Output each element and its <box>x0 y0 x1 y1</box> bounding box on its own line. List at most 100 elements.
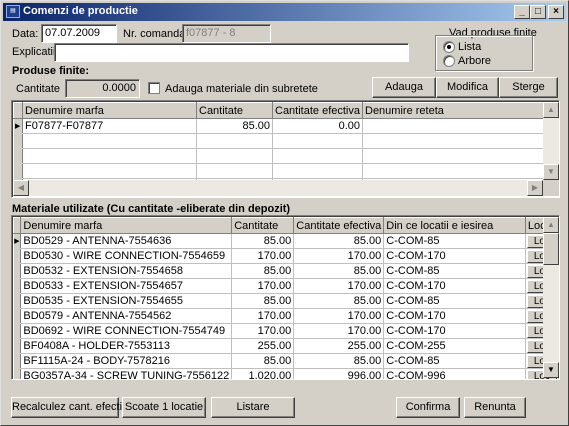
table-cell[interactable]: 170.00 <box>231 278 295 294</box>
table-cell[interactable] <box>196 133 273 149</box>
table-cell[interactable]: BD0529 - ANTENNA-7554636 <box>20 233 233 249</box>
materiale-vertical-scrollbar[interactable]: ▲ ▼ <box>543 217 559 378</box>
table-row[interactable] <box>13 133 559 149</box>
table-cell[interactable]: 170.00 <box>231 308 295 324</box>
table-row[interactable]: BD0692 - WIRE CONNECTION-7554749 170.00 17… <box>13 323 559 339</box>
scroll-up-icon[interactable]: ▲ <box>543 217 559 233</box>
cantitate-field[interactable]: 0.0000 <box>65 79 140 98</box>
table-cell[interactable]: BG0357A-34 - SCREW TUNING-7556122 <box>20 368 233 379</box>
maximize-button[interactable]: □ <box>530 5 546 19</box>
modifica-button[interactable]: Modifica <box>436 77 499 98</box>
table-cell[interactable]: BD0692 - WIRE CONNECTION-7554749 <box>20 323 233 339</box>
table-cell[interactable]: 85.00 <box>231 353 295 369</box>
table-row[interactable] <box>13 148 559 164</box>
data-field[interactable]: 07.07.2009 <box>41 24 117 43</box>
table-row[interactable]: BD0532 - EXTENSION-7554658 85.00 85.00 C-CO… <box>13 263 559 279</box>
table-cell[interactable]: C-COM-170 <box>383 278 526 294</box>
table-cell[interactable] <box>362 148 559 164</box>
table-cell[interactable] <box>272 148 363 164</box>
table-cell[interactable]: C-COM-170 <box>383 308 526 324</box>
table-cell[interactable]: 170.00 <box>293 323 385 339</box>
table-row[interactable]: BD0535 - EXTENSION-7554655 85.00 85.00 C-CO… <box>13 293 559 309</box>
table-cell[interactable]: BD0533 - EXTENSION-7554657 <box>20 278 233 294</box>
table-row[interactable]: BD0579 - ANTENNA-7554562 170.00 170.00 C-CO… <box>13 308 559 324</box>
table-cell[interactable]: C-COM-170 <box>383 323 526 339</box>
table-row[interactable]: BG0357A-34 - SCREW TUNING-7556122 1,020.0… <box>13 368 559 379</box>
table-cell[interactable] <box>272 133 363 149</box>
table-cell[interactable] <box>362 118 559 134</box>
col-header[interactable]: Din ce locatii e iesirea <box>383 217 526 234</box>
table-cell[interactable] <box>272 163 363 179</box>
table-row[interactable]: ▶ F07877-F07877 85.00 0.00 <box>13 118 559 134</box>
table-cell[interactable]: 255.00 <box>293 338 385 354</box>
adauga-button[interactable]: Adauga <box>372 77 436 98</box>
minimize-button[interactable]: _ <box>514 5 530 19</box>
recalculez-button[interactable]: Recalculez cant. efective <box>11 397 134 418</box>
table-cell[interactable]: BD0532 - EXTENSION-7554658 <box>20 263 233 279</box>
table-cell[interactable]: C-COM-170 <box>383 248 526 264</box>
table-cell[interactable]: 170.00 <box>293 278 385 294</box>
close-button[interactable]: × <box>548 5 564 19</box>
subretete-checkbox[interactable] <box>148 82 160 94</box>
table-cell[interactable]: 85.00 <box>293 353 385 369</box>
table-cell[interactable]: BD0535 - EXTENSION-7554655 <box>20 293 233 309</box>
col-header[interactable]: Denumire marfa <box>20 217 233 234</box>
radio-lista[interactable] <box>443 41 455 53</box>
table-cell[interactable]: 170.00 <box>231 248 295 264</box>
table-cell[interactable]: 85.00 <box>196 118 273 134</box>
table-cell[interactable]: 170.00 <box>231 323 295 339</box>
produse-horizontal-scrollbar[interactable]: ◀ ▶ <box>13 180 543 196</box>
col-header[interactable]: Cantitate <box>231 217 295 234</box>
table-cell[interactable]: 85.00 <box>293 233 385 249</box>
table-cell[interactable] <box>22 163 197 179</box>
sterge-button[interactable]: Sterge <box>499 77 558 98</box>
table-cell[interactable]: 85.00 <box>231 263 295 279</box>
table-cell[interactable]: 996.00 <box>293 368 385 379</box>
scroll-down-icon[interactable]: ▼ <box>543 164 559 180</box>
table-cell[interactable]: 255.00 <box>231 338 295 354</box>
table-cell[interactable] <box>196 148 273 164</box>
table-cell[interactable]: 170.00 <box>293 308 385 324</box>
scroll-up-icon[interactable]: ▲ <box>543 102 559 118</box>
nr-comanda-field[interactable]: f07877 - 8 <box>182 24 271 43</box>
table-cell[interactable] <box>196 163 273 179</box>
table-cell[interactable]: 85.00 <box>231 233 295 249</box>
table-cell[interactable]: C-COM-85 <box>383 293 526 309</box>
scoate-locatie-button[interactable]: Scoate 1 locatie <box>122 397 206 418</box>
confirma-button[interactable]: Confirma <box>396 397 460 418</box>
title-bar[interactable]: ▤ Comenzi de productie _ □ × <box>3 3 566 21</box>
app-icon[interactable]: ▤ <box>6 5 20 18</box>
table-cell[interactable]: F07877-F07877 <box>22 118 197 134</box>
scroll-right-icon[interactable]: ▶ <box>527 180 543 196</box>
explicatii-field[interactable] <box>54 43 409 62</box>
renunta-button[interactable]: Renunta <box>464 397 526 418</box>
col-header[interactable]: Cantitate <box>196 102 273 119</box>
table-row[interactable]: BD0530 - WIRE CONNECTION-7554659 170.00 17… <box>13 248 559 264</box>
radio-arbore[interactable] <box>443 55 455 67</box>
col-header[interactable]: Cantitate efectiva <box>293 217 385 234</box>
table-cell[interactable]: BF1115A-24 - BODY-7578216 <box>20 353 233 369</box>
table-row[interactable]: BD0533 - EXTENSION-7554657 170.00 170.00 C-… <box>13 278 559 294</box>
table-row[interactable]: BF0408A - HOLDER-7553113 255.00 255.00 C-CO… <box>13 338 559 354</box>
scroll-left-icon[interactable]: ◀ <box>13 180 29 196</box>
table-cell[interactable]: C-COM-85 <box>383 353 526 369</box>
scroll-down-icon[interactable]: ▼ <box>543 362 559 378</box>
table-cell[interactable] <box>362 163 559 179</box>
table-cell[interactable]: C-COM-85 <box>383 263 526 279</box>
table-cell[interactable] <box>22 133 197 149</box>
produse-vertical-scrollbar[interactable]: ▲ ▼ <box>543 102 559 180</box>
table-cell[interactable]: 1,020.00 <box>231 368 295 379</box>
table-row[interactable]: BF1115A-24 - BODY-7578216 85.00 85.00 C-COM… <box>13 353 559 369</box>
table-cell[interactable]: C-COM-255 <box>383 338 526 354</box>
table-cell[interactable]: 85.00 <box>293 263 385 279</box>
table-cell[interactable]: 85.00 <box>293 293 385 309</box>
table-cell[interactable]: BD0530 - WIRE CONNECTION-7554659 <box>20 248 233 264</box>
col-header[interactable]: Denumire marfa <box>22 102 197 119</box>
table-cell[interactable]: BD0579 - ANTENNA-7554562 <box>20 308 233 324</box>
table-cell[interactable]: C-COM-996 <box>383 368 526 379</box>
table-cell[interactable]: 0.00 <box>272 118 363 134</box>
col-header[interactable]: Cantitate efectiva <box>272 102 363 119</box>
table-cell[interactable]: BF0408A - HOLDER-7553113 <box>20 338 233 354</box>
col-header[interactable]: Denumire reteta <box>362 102 559 119</box>
table-cell[interactable] <box>362 133 559 149</box>
